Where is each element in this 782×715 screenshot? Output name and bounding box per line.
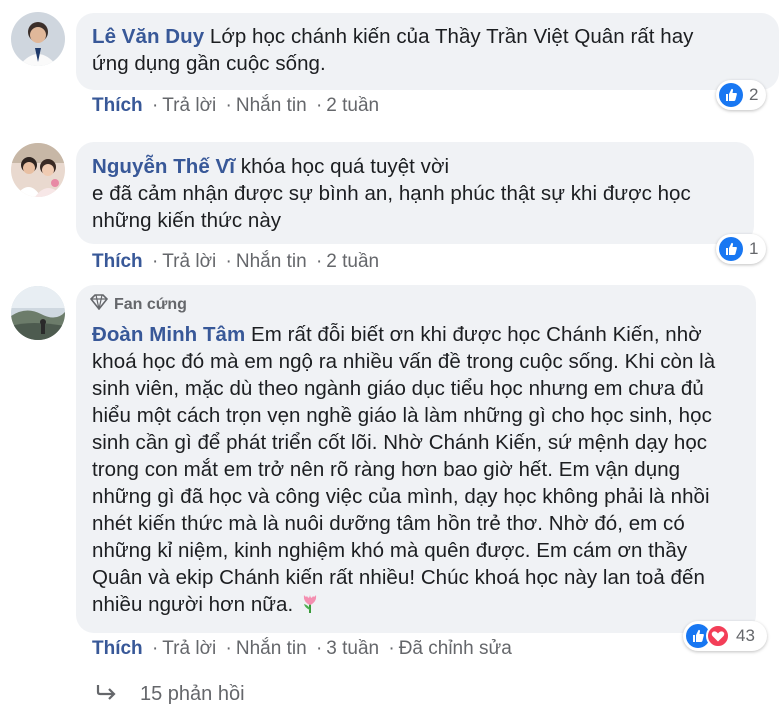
like-link[interactable]: Thích <box>92 638 143 659</box>
reply-arrow-icon <box>96 683 118 706</box>
tulip-emoji-icon <box>299 592 321 621</box>
reply-link[interactable]: Trả lời <box>162 638 216 659</box>
comment-actions: Thích · Trả lời · Nhắn tin · 3 tuần · Đã chỉ… <box>92 638 512 659</box>
reaction-summary[interactable]: 43 <box>683 621 767 651</box>
comment-timestamp[interactable]: 2 tuần <box>326 95 379 116</box>
like-link[interactable]: Thích <box>92 95 143 116</box>
comment-text: Em rất đỗi biết ơn khi được học Chánh Ki… <box>92 323 716 616</box>
avatar[interactable] <box>11 143 65 197</box>
message-link[interactable]: Nhắn tin <box>236 638 307 659</box>
reaction-count: 2 <box>749 85 759 104</box>
like-reaction-icon <box>719 83 743 107</box>
replies-count[interactable]: 15 phản hồi <box>140 683 245 706</box>
edited-label[interactable]: Đã chỉnh sửa <box>399 638 512 659</box>
fan-badge[interactable]: Fan cứng <box>89 294 187 315</box>
reaction-summary[interactable]: 1 <box>716 234 766 264</box>
reply-link[interactable]: Trả lời <box>162 95 216 116</box>
message-link[interactable]: Nhắn tin <box>236 251 307 272</box>
comment-author[interactable]: Đoàn Minh Tâm <box>92 323 245 346</box>
reaction-count: 43 <box>736 626 755 645</box>
comment-actions: Thích · Trả lời · Nhắn tin · 2 tuần <box>92 251 380 272</box>
comment-bubble: Lê Văn Duy Lớp học chánh kiến của Thầy T… <box>76 13 779 90</box>
comment-bubble: Đoàn Minh Tâm Em rất đỗi biết ơn khi đượ… <box>76 285 756 633</box>
reply-link[interactable]: Trả lời <box>162 251 216 272</box>
like-reaction-icon <box>719 237 743 261</box>
avatar[interactable] <box>11 286 65 340</box>
view-replies-link[interactable]: 15 phản hồi <box>96 683 245 706</box>
fan-badge-label: Fan cứng <box>114 295 187 313</box>
reaction-count: 1 <box>749 239 759 258</box>
reaction-summary[interactable]: 2 <box>716 80 766 110</box>
message-link[interactable]: Nhắn tin <box>236 95 307 116</box>
comment-timestamp[interactable]: 3 tuần <box>326 638 379 659</box>
comment-actions: Thích · Trả lời · Nhắn tin · 2 tuần <box>92 95 380 116</box>
comment-author[interactable]: Nguyễn Thế Vĩ <box>92 155 235 178</box>
comment-bubble: Nguyễn Thế Vĩ khóa học quá tuyệt vời e đ… <box>76 142 754 244</box>
avatar[interactable] <box>11 12 65 66</box>
love-reaction-icon <box>706 624 730 648</box>
diamond-icon <box>89 294 109 315</box>
like-link[interactable]: Thích <box>92 251 143 272</box>
comment-timestamp[interactable]: 2 tuần <box>326 251 379 272</box>
comment-author[interactable]: Lê Văn Duy <box>92 25 204 48</box>
